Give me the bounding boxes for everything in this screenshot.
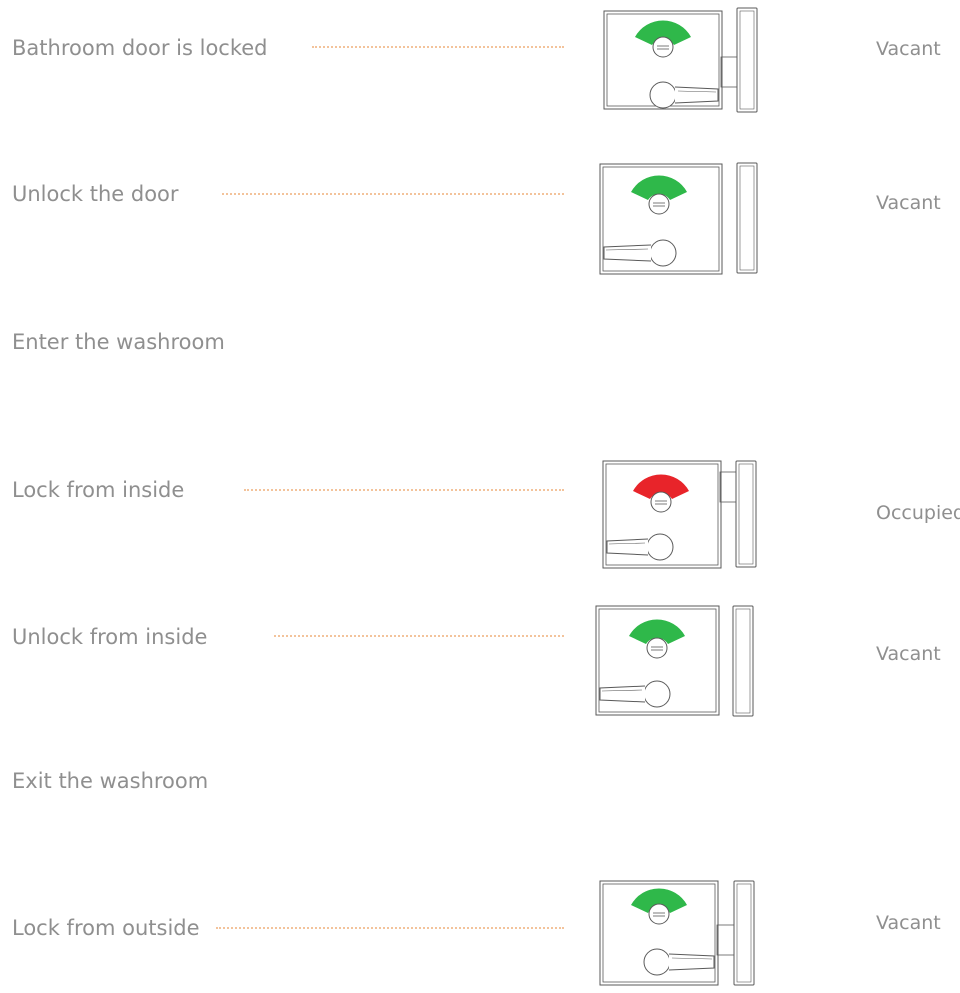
state-label-occupied: Occupied <box>876 502 960 524</box>
leader-line <box>312 46 564 48</box>
leader-line <box>244 489 564 491</box>
lock-diagram-locked-icon <box>602 460 757 569</box>
step-label-exit-washroom: Exit the washroom <box>12 769 209 793</box>
step-label-unlock-door: Unlock the door <box>12 182 179 206</box>
step-label-lock-from-outside: Lock from outside <box>12 916 200 940</box>
leader-line <box>274 635 564 637</box>
step-label-enter-washroom: Enter the washroom <box>12 330 225 354</box>
step-label-unlock-from-inside: Unlock from inside <box>12 625 208 649</box>
state-label-vacant: Vacant <box>876 38 941 60</box>
leader-line <box>222 193 564 195</box>
lock-diagram-unlocked-icon <box>595 605 754 717</box>
lock-diagram-right-handle-icon <box>599 880 755 986</box>
state-label-vacant: Vacant <box>876 912 941 934</box>
state-label-vacant: Vacant <box>876 643 941 665</box>
lock-diagram-right-handle-icon <box>603 7 758 113</box>
step-label-lock-from-inside: Lock from inside <box>12 478 185 502</box>
leader-line <box>216 927 564 929</box>
lock-diagram-left-handle-icon <box>599 162 758 275</box>
step-label-bathroom-door-locked: Bathroom door is locked <box>12 36 268 60</box>
state-label-vacant: Vacant <box>876 192 941 214</box>
